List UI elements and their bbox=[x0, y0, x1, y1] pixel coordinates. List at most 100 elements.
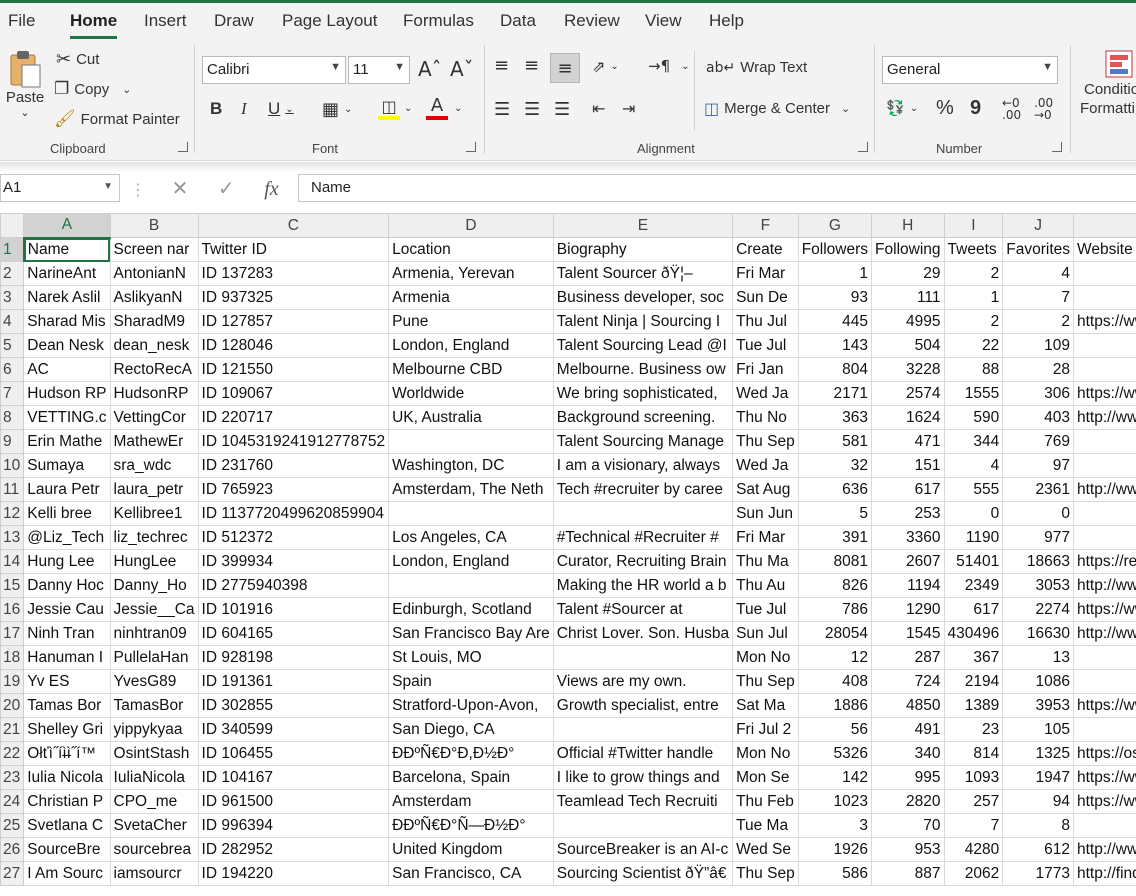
cell-f13[interactable]: Fri Mar bbox=[732, 525, 799, 550]
merge-center-button[interactable]: ◫ Merge & Center ⌄ bbox=[704, 99, 850, 118]
cell-b15[interactable]: Danny_Ho bbox=[109, 573, 199, 598]
cell-k10[interactable] bbox=[1073, 453, 1136, 478]
cell-e25[interactable] bbox=[552, 813, 734, 838]
cell-i4[interactable]: 2 bbox=[943, 309, 1004, 334]
number-launcher-icon[interactable] bbox=[1052, 142, 1062, 152]
enter-icon[interactable]: ✓ bbox=[218, 176, 235, 200]
cell-i11[interactable]: 555 bbox=[943, 477, 1004, 502]
cell-b3[interactable]: AslikyanN bbox=[109, 285, 199, 310]
cell-b4[interactable]: SharadM9 bbox=[109, 309, 199, 334]
cell-c12[interactable]: ID 1137720499620859904 bbox=[197, 501, 390, 526]
cell-j4[interactable]: 2 bbox=[1002, 309, 1074, 334]
cell-j19[interactable]: 1086 bbox=[1002, 669, 1074, 694]
cell-c27[interactable]: ID 194220 bbox=[197, 861, 390, 886]
cell-f5[interactable]: Tue Jul bbox=[732, 333, 799, 358]
cell-i2[interactable]: 2 bbox=[943, 261, 1004, 286]
more-options-icon[interactable]: ⋮ bbox=[130, 180, 146, 199]
cell-a23[interactable]: Iulia Nicola bbox=[23, 765, 111, 790]
cell-b7[interactable]: HudsonRP bbox=[109, 381, 199, 406]
cell-b27[interactable]: iamsourcr bbox=[109, 861, 199, 886]
align-left-button[interactable]: ☰ bbox=[494, 99, 510, 120]
cell-a13[interactable]: @Liz_Tech bbox=[23, 525, 111, 550]
font-color-button[interactable]: A bbox=[426, 95, 448, 120]
top-align-button[interactable]: ≡ bbox=[494, 55, 509, 76]
cell-h16[interactable]: 1290 bbox=[871, 597, 945, 622]
cell-c6[interactable]: ID 121550 bbox=[197, 357, 390, 382]
cell-c21[interactable]: ID 340599 bbox=[197, 717, 390, 742]
cell-h9[interactable]: 471 bbox=[871, 429, 945, 454]
row-header[interactable]: 12 bbox=[0, 501, 25, 526]
cell-c26[interactable]: ID 282952 bbox=[197, 837, 390, 862]
cell-e5[interactable]: Talent Sourcing Lead @I bbox=[552, 333, 734, 358]
cell-i26[interactable]: 4280 bbox=[943, 837, 1004, 862]
cell-a15[interactable]: Danny Hoc bbox=[23, 573, 111, 598]
row-header[interactable]: 19 bbox=[0, 669, 25, 694]
cell-c25[interactable]: ID 996394 bbox=[197, 813, 390, 838]
font-launcher-icon[interactable] bbox=[466, 142, 476, 152]
cell-b25[interactable]: SvetaCher bbox=[109, 813, 199, 838]
cell-h2[interactable]: 29 bbox=[871, 261, 945, 286]
cell-d19[interactable]: Spain bbox=[388, 669, 554, 694]
cell-j25[interactable]: 8 bbox=[1002, 813, 1074, 838]
cell-f10[interactable]: Wed Ja bbox=[732, 453, 799, 478]
cell-d4[interactable]: Pune bbox=[388, 309, 554, 334]
cell-e3[interactable]: Business developer, soc bbox=[552, 285, 734, 310]
cell-a4[interactable]: Sharad Mis bbox=[23, 309, 111, 334]
cell-e19[interactable]: Views are my own. bbox=[552, 669, 734, 694]
cell-h27[interactable]: 887 bbox=[871, 861, 945, 886]
cell-e4[interactable]: Talent Ninja | Sourcing I bbox=[552, 309, 734, 334]
cell-k1[interactable]: Website bbox=[1073, 237, 1136, 262]
tab-home[interactable]: Home bbox=[70, 11, 118, 39]
cell-b17[interactable]: ninhtran09 bbox=[109, 621, 199, 646]
cell-j15[interactable]: 3053 bbox=[1002, 573, 1074, 598]
cell-k11[interactable]: http://www.linkedin. bbox=[1073, 477, 1136, 502]
format-painter-button[interactable]: 🖌 Format Painter bbox=[54, 109, 180, 129]
cell-e16[interactable]: Talent #Sourcer at bbox=[552, 597, 734, 622]
cell-a8[interactable]: VETTING.c bbox=[23, 405, 111, 430]
cell-h8[interactable]: 1624 bbox=[871, 405, 945, 430]
cell-g2[interactable]: 1 bbox=[797, 261, 873, 286]
cell-h7[interactable]: 2574 bbox=[871, 381, 945, 406]
cell-k8[interactable]: http://www.vetting.c bbox=[1073, 405, 1136, 430]
cell-g26[interactable]: 1926 bbox=[797, 837, 873, 862]
cell-f3[interactable]: Sun De bbox=[732, 285, 799, 310]
cell-g4[interactable]: 445 bbox=[797, 309, 873, 334]
cell-e20[interactable]: Growth specialist, entre bbox=[552, 693, 734, 718]
cell-k2[interactable] bbox=[1073, 261, 1136, 286]
cell-j26[interactable]: 612 bbox=[1002, 837, 1074, 862]
cell-j12[interactable]: 0 bbox=[1002, 501, 1074, 526]
cell-a2[interactable]: NarineAnt bbox=[23, 261, 111, 286]
cell-d22[interactable]: ĐĐºÑ€Đ°Đ,Đ½Đ° bbox=[388, 741, 554, 766]
cell-f17[interactable]: Sun Jul bbox=[732, 621, 799, 646]
cell-c15[interactable]: ID 2775940398 bbox=[197, 573, 390, 598]
column-header-i[interactable]: I bbox=[943, 213, 1004, 238]
cell-h11[interactable]: 617 bbox=[871, 477, 945, 502]
cell-d6[interactable]: Melbourne CBD bbox=[388, 357, 554, 382]
cell-a7[interactable]: Hudson RP bbox=[23, 381, 111, 406]
decrease-decimal-button[interactable]: .00 →0 bbox=[1034, 97, 1053, 121]
cell-k7[interactable]: https://www.hudson bbox=[1073, 381, 1136, 406]
accounting-format-button[interactable]: 💱 ⌄ bbox=[886, 99, 918, 117]
cell-a12[interactable]: Kelli bree bbox=[23, 501, 111, 526]
cell-g5[interactable]: 143 bbox=[797, 333, 873, 358]
row-header[interactable]: 10 bbox=[0, 453, 25, 478]
cell-a18[interactable]: Hanuman I bbox=[23, 645, 111, 670]
cell-j23[interactable]: 1947 bbox=[1002, 765, 1074, 790]
formula-input[interactable]: Name bbox=[298, 174, 1136, 202]
row-header[interactable]: 27 bbox=[0, 861, 25, 886]
cell-h17[interactable]: 1545 bbox=[871, 621, 945, 646]
cell-h1[interactable]: Following bbox=[871, 237, 945, 262]
cell-e21[interactable] bbox=[552, 717, 734, 742]
row-header[interactable]: 15 bbox=[0, 573, 25, 598]
cell-d18[interactable]: St Louis, MO bbox=[388, 645, 554, 670]
cell-a1[interactable]: Name bbox=[23, 237, 111, 262]
cell-f23[interactable]: Mon Se bbox=[732, 765, 799, 790]
cell-b24[interactable]: CPO_me bbox=[109, 789, 199, 814]
cell-g25[interactable]: 3 bbox=[797, 813, 873, 838]
increase-decimal-button[interactable]: ←0.00 bbox=[1002, 97, 1021, 121]
cell-d14[interactable]: London, England bbox=[388, 549, 554, 574]
cell-f19[interactable]: Thu Sep bbox=[732, 669, 799, 694]
cell-k21[interactable] bbox=[1073, 717, 1136, 742]
cell-f16[interactable]: Tue Jul bbox=[732, 597, 799, 622]
cell-a5[interactable]: Dean Nesk bbox=[23, 333, 111, 358]
